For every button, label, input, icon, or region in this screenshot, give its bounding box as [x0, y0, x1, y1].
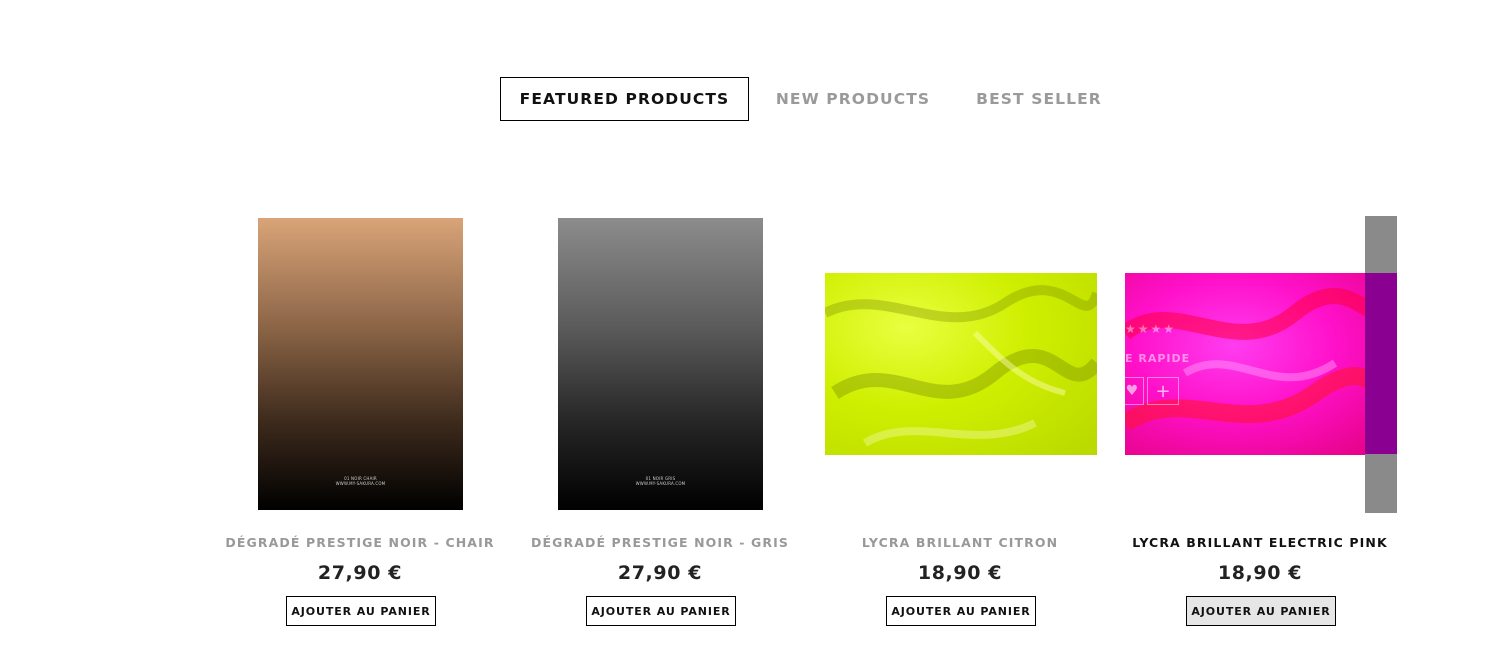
- product-title[interactable]: DÉGRADÉ PRESTIGE NOIR - CHAIR: [210, 535, 510, 550]
- poster-caption-line: WWW.MY-SAKURA.COM: [335, 481, 386, 486]
- product-image[interactable]: 01 NOIR GRIS WWW.MY-SAKURA.COM: [558, 218, 763, 510]
- tab-featured-products[interactable]: FEATURED PRODUCTS: [500, 77, 749, 121]
- product-title[interactable]: LYCRA BRILLANT CITRON: [810, 535, 1110, 550]
- product-price: 27,90 €: [317, 562, 403, 584]
- fabric-folds: [825, 285, 1097, 447]
- heart-icon[interactable]: ♥: [1120, 377, 1144, 405]
- quick-view-link[interactable]: E RAPIDE: [1125, 352, 1190, 365]
- carousel-strip-highlight: [1365, 273, 1397, 454]
- tab-new-products[interactable]: NEW PRODUCTS: [760, 77, 946, 121]
- product-tabs: FEATURED PRODUCTS NEW PRODUCTS BEST SELL…: [0, 0, 1495, 160]
- add-to-cart-button[interactable]: AJOUTER AU PANIER: [286, 596, 436, 626]
- carousel-scroll-strip[interactable]: [1365, 216, 1397, 513]
- add-to-cart-button[interactable]: AJOUTER AU PANIER: [1186, 596, 1336, 626]
- product-card: 01 NOIR CHAIR WWW.MY-SAKURA.COM DÉGRADÉ …: [210, 210, 510, 640]
- product-showcase: FEATURED PRODUCTS NEW PRODUCTS BEST SELL…: [0, 0, 1495, 671]
- poster-caption-line: WWW.MY-SAKURA.COM: [635, 481, 686, 486]
- product-image[interactable]: [825, 273, 1097, 455]
- add-to-cart-button[interactable]: AJOUTER AU PANIER: [586, 596, 736, 626]
- product-price: 18,90 €: [917, 562, 1003, 584]
- plus-icon[interactable]: +: [1147, 377, 1179, 405]
- product-card: LYCRA BRILLANT CITRON 18,90 € AJOUTER AU…: [810, 210, 1110, 640]
- product-price: 18,90 €: [1217, 562, 1303, 584]
- poster-caption: 01 NOIR CHAIR WWW.MY-SAKURA.COM: [258, 476, 463, 486]
- product-title[interactable]: LYCRA BRILLANT ELECTRIC PINK: [1110, 535, 1410, 550]
- product-image[interactable]: 01 NOIR CHAIR WWW.MY-SAKURA.COM: [258, 218, 463, 510]
- product-price: 27,90 €: [617, 562, 703, 584]
- tab-best-seller[interactable]: BEST SELLER: [966, 77, 1112, 121]
- add-to-cart-button[interactable]: AJOUTER AU PANIER: [886, 596, 1036, 626]
- poster-caption: 01 NOIR GRIS WWW.MY-SAKURA.COM: [558, 476, 763, 486]
- rating-stars: ★★★★: [1125, 322, 1177, 336]
- product-title[interactable]: DÉGRADÉ PRESTIGE NOIR - GRIS: [510, 535, 810, 550]
- product-card: 01 NOIR GRIS WWW.MY-SAKURA.COM DÉGRADÉ P…: [510, 210, 810, 640]
